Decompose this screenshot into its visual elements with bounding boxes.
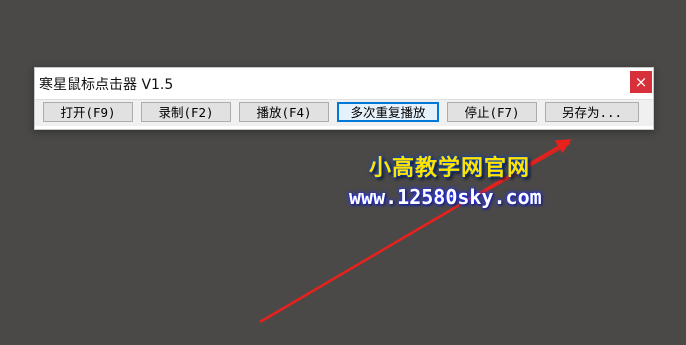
- close-button[interactable]: ×: [630, 71, 652, 93]
- repeat-play-button[interactable]: 多次重复播放: [337, 102, 439, 122]
- toolbar: 打开(F9) 录制(F2) 播放(F4) 多次重复播放 停止(F7) 另存为..…: [35, 99, 653, 126]
- annotation-arrows: [259, 139, 572, 324]
- watermark-title: 小高教学网官网: [369, 156, 531, 181]
- stop-button[interactable]: 停止(F7): [447, 102, 537, 122]
- watermark-url: www.12580sky.com: [349, 185, 542, 209]
- open-button[interactable]: 打开(F9): [43, 102, 133, 122]
- close-icon: ×: [634, 73, 648, 91]
- window-title: 寒星鼠标点击器 V1.5: [39, 77, 174, 93]
- clicker-window: 寒星鼠标点击器 V1.5 × 打开(F9) 录制(F2) 播放(F4) 多次重复…: [34, 67, 654, 130]
- record-button[interactable]: 录制(F2): [141, 102, 231, 122]
- save-as-button[interactable]: 另存为...: [545, 102, 639, 122]
- watermark: 小高教学网官网 www.12580sky.com: [349, 150, 559, 209]
- play-button[interactable]: 播放(F4): [239, 102, 329, 122]
- title-bar[interactable]: 寒星鼠标点击器 V1.5 ×: [35, 68, 653, 98]
